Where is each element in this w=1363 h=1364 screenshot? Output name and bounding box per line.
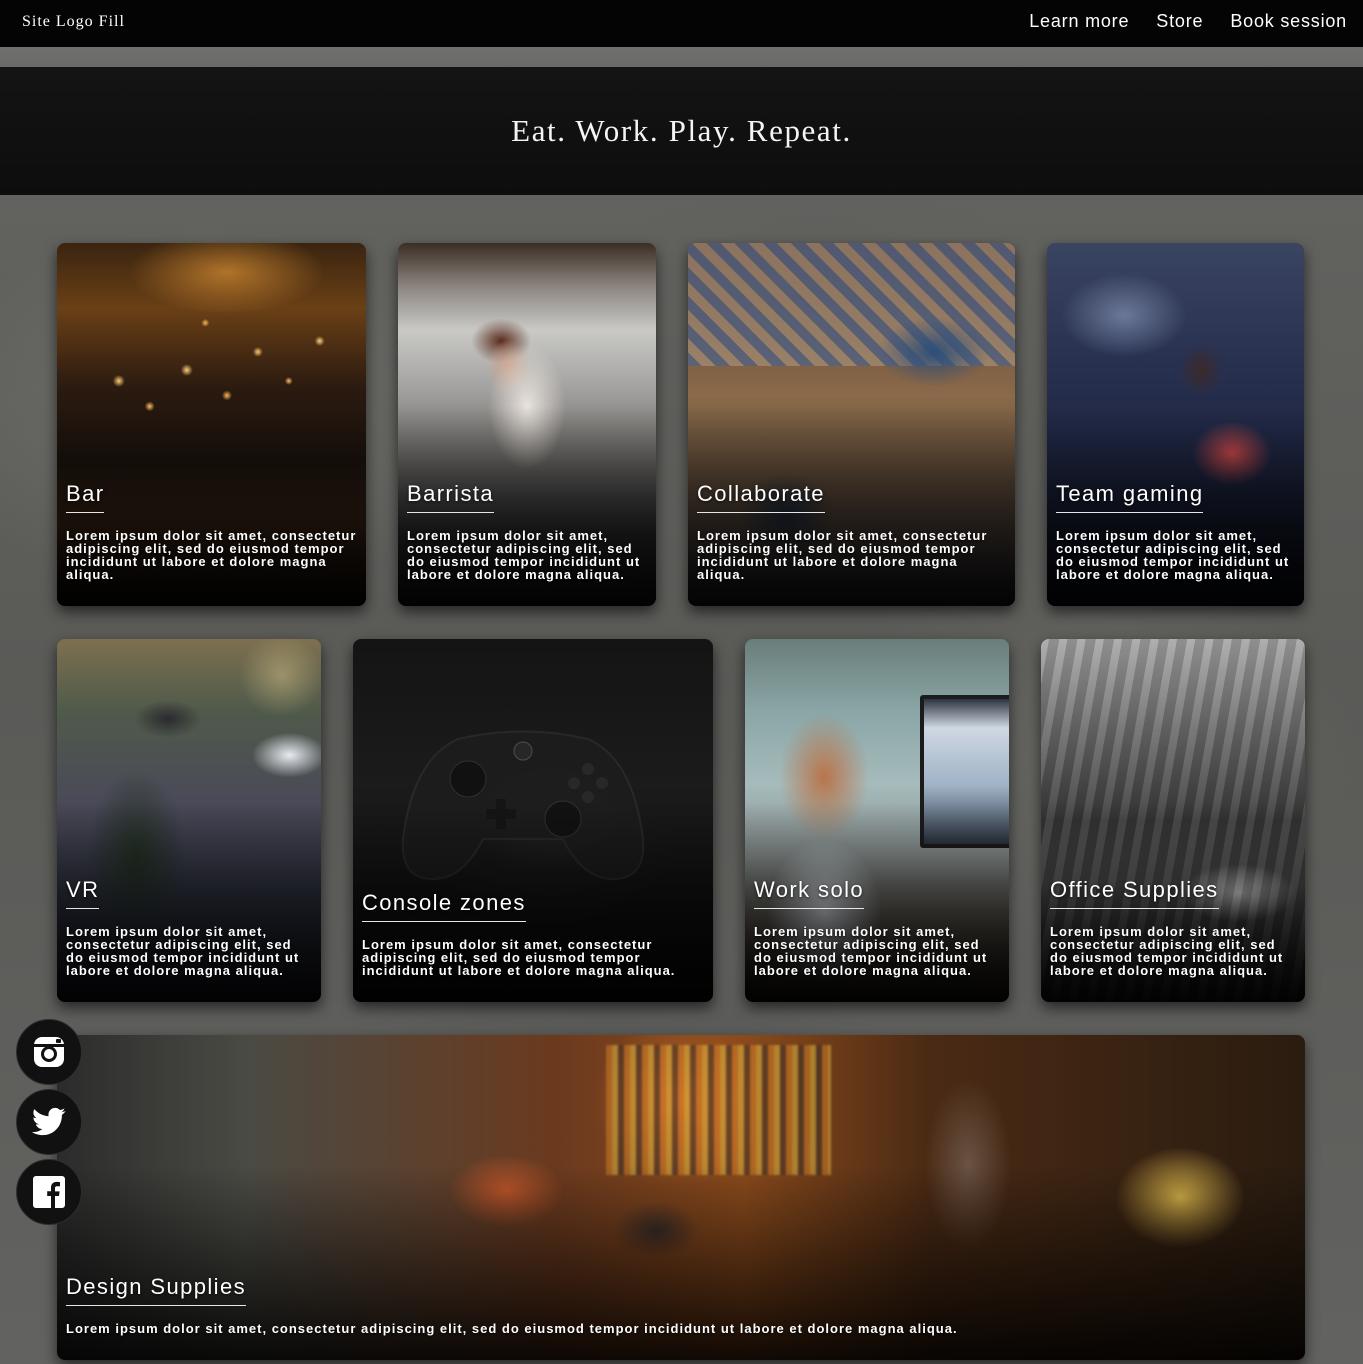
card-title: Console zones <box>362 890 526 922</box>
top-navbar: Site Logo Fill Learn more Store Book ses… <box>0 0 1363 47</box>
card-caption: VR Lorem ipsum dolor sit amet, consectet… <box>66 877 312 977</box>
twitter-button[interactable] <box>16 1089 82 1155</box>
hero-banner: Eat. Work. Play. Repeat. <box>0 67 1363 195</box>
card-caption: Design Supplies Lorem ipsum dolor sit am… <box>66 1274 1296 1335</box>
card-title: Office Supplies <box>1050 877 1219 909</box>
card-bar[interactable]: Bar Lorem ipsum dolor sit amet, consecte… <box>57 243 366 606</box>
nav-links: Learn more Store Book session <box>1029 11 1347 32</box>
card-description: Lorem ipsum dolor sit amet, consectetur … <box>697 528 988 582</box>
card-office-supplies[interactable]: Office Supplies Lorem ipsum dolor sit am… <box>1041 639 1305 1002</box>
card-caption: Bar Lorem ipsum dolor sit amet, consecte… <box>66 481 357 581</box>
card-description: Lorem ipsum dolor sit amet, consectetur … <box>407 528 641 582</box>
site-logo[interactable]: Site Logo Fill <box>22 13 125 31</box>
card-title: Barrista <box>407 481 494 513</box>
instagram-icon <box>34 1037 64 1067</box>
nav-link-book-session[interactable]: Book session <box>1230 11 1347 32</box>
card-design-supplies[interactable]: Design Supplies Lorem ipsum dolor sit am… <box>57 1035 1305 1360</box>
card-team-gaming[interactable]: Team gaming Lorem ipsum dolor sit amet, … <box>1047 243 1304 606</box>
card-caption: Work solo Lorem ipsum dolor sit amet, co… <box>754 877 1000 977</box>
card-barrista[interactable]: Barrista Lorem ipsum dolor sit amet, con… <box>398 243 656 606</box>
card-caption: Office Supplies Lorem ipsum dolor sit am… <box>1050 877 1296 977</box>
twitter-icon <box>32 1107 66 1136</box>
card-description: Lorem ipsum dolor sit amet, consectetur … <box>362 937 676 978</box>
card-collaborate[interactable]: Collaborate Lorem ipsum dolor sit amet, … <box>688 243 1015 606</box>
hero-title: Eat. Work. Play. Repeat. <box>511 113 852 148</box>
card-title: Work solo <box>754 877 864 909</box>
facebook-icon <box>33 1176 65 1208</box>
card-title: Collaborate <box>697 481 825 513</box>
card-title: Design Supplies <box>66 1274 246 1306</box>
card-caption: Team gaming Lorem ipsum dolor sit amet, … <box>1056 481 1295 581</box>
card-description: Lorem ipsum dolor sit amet, consectetur … <box>1056 528 1290 582</box>
card-vr[interactable]: VR Lorem ipsum dolor sit amet, consectet… <box>57 639 321 1002</box>
card-description: Lorem ipsum dolor sit amet, consectetur … <box>1050 924 1284 978</box>
nav-link-store[interactable]: Store <box>1156 11 1203 32</box>
card-description: Lorem ipsum dolor sit amet, consectetur … <box>66 924 300 978</box>
facebook-button[interactable] <box>16 1159 82 1225</box>
card-caption: Collaborate Lorem ipsum dolor sit amet, … <box>697 481 1006 581</box>
nav-link-learn-more[interactable]: Learn more <box>1029 11 1129 32</box>
card-title: Team gaming <box>1056 481 1204 513</box>
header-divider <box>0 47 1363 67</box>
instagram-button[interactable] <box>16 1019 82 1085</box>
card-caption: Console zones Lorem ipsum dolor sit amet… <box>362 890 704 977</box>
card-description: Lorem ipsum dolor sit amet, consectetur … <box>66 528 357 582</box>
card-description: Lorem ipsum dolor sit amet, consectetur … <box>66 1321 958 1336</box>
card-console-zones[interactable]: Console zones Lorem ipsum dolor sit amet… <box>353 639 713 1002</box>
card-work-solo[interactable]: Work solo Lorem ipsum dolor sit amet, co… <box>745 639 1009 1002</box>
card-title: VR <box>66 877 100 909</box>
card-description: Lorem ipsum dolor sit amet, consectetur … <box>754 924 988 978</box>
card-caption: Barrista Lorem ipsum dolor sit amet, con… <box>407 481 647 581</box>
card-title: Bar <box>66 481 105 513</box>
